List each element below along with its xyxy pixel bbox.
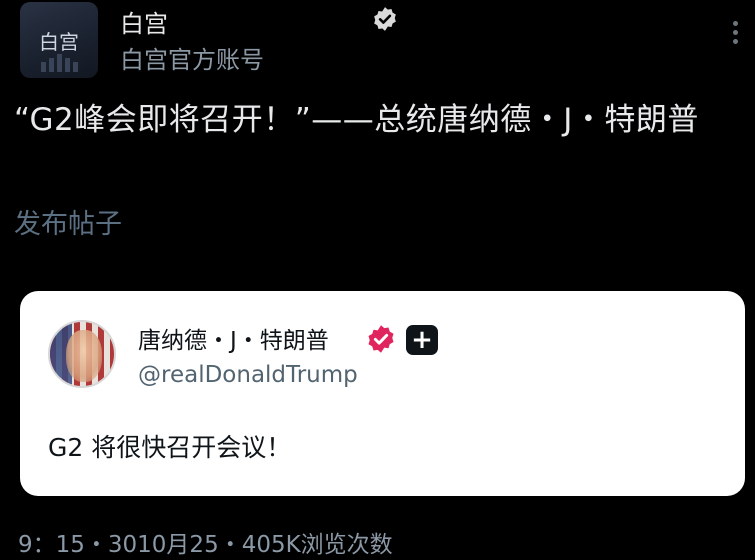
verified-badge-icon — [368, 325, 394, 353]
quoted-author-handle: @realDonaldTrump — [138, 362, 358, 388]
post-meta: 9：15・3010月25・405K浏览次数 — [18, 532, 393, 558]
avatar-label: 白宫 — [39, 29, 79, 54]
quoted-author-avatar[interactable] — [48, 320, 116, 388]
plus-icon[interactable]: + — [406, 325, 438, 355]
building-icon — [20, 52, 98, 72]
author-avatar[interactable]: 白宫 — [20, 2, 98, 78]
post-screen: 白宫 白宫 白宫官方账号 “G2峰会即将召开！”——总统唐纳德・J・特朗普 发布… — [0, 0, 755, 560]
quoted-author-name[interactable]: 唐纳德・J・特朗普 — [138, 321, 329, 355]
quoted-post-card[interactable]: 唐纳德・J・特朗普 + @realDonaldTrump G2 将很快召开会议！ — [20, 291, 745, 496]
author-handle: 白宫官方账号 — [120, 46, 264, 74]
publish-post-link[interactable]: 发布帖子 — [14, 202, 122, 241]
post-text: “G2峰会即将召开！”——总统唐纳德・J・特朗普 — [14, 102, 699, 138]
quoted-post-text: G2 将很快召开会议！ — [48, 433, 292, 462]
more-options-icon[interactable] — [725, 18, 745, 50]
author-name[interactable]: 白宫 — [120, 4, 168, 39]
verified-badge-icon — [374, 7, 396, 31]
